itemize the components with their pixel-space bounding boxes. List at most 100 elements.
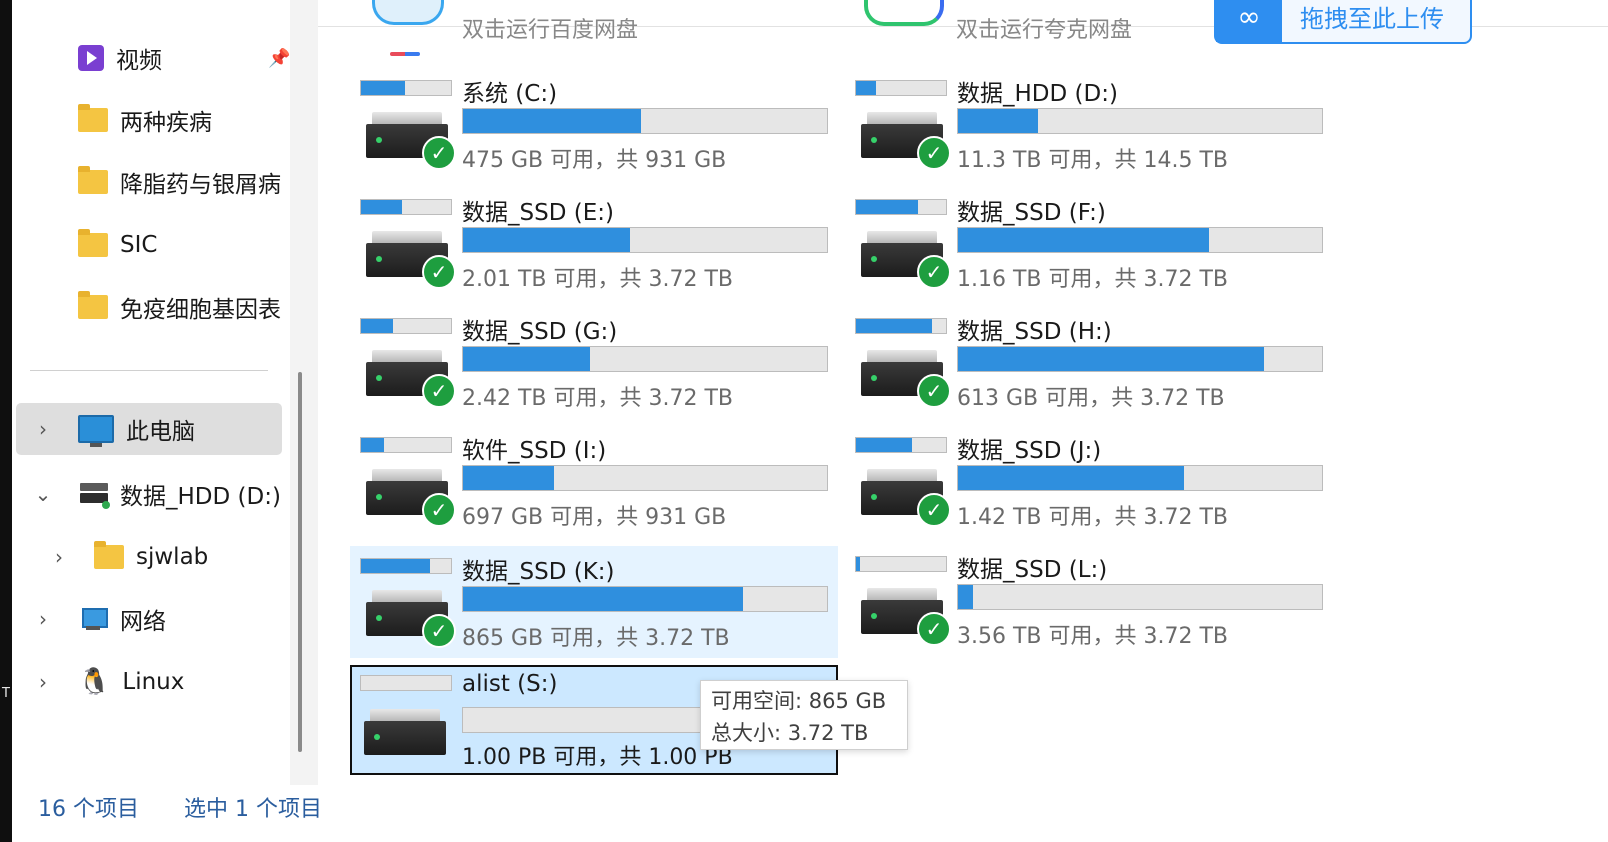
checkmark-icon: ✓	[422, 136, 456, 170]
drive-j[interactable]: ✓ 数据_SSD (J:) 1.42 TB 可用，共 3.72 TB	[849, 429, 1325, 537]
capacity-fill	[958, 109, 1039, 133]
checkmark-icon: ✓	[917, 136, 951, 170]
chevron-right-icon[interactable]: ›	[32, 670, 54, 694]
sidebar-divider	[30, 370, 268, 371]
capacity-fill	[463, 466, 554, 490]
app1-text[interactable]: 双击运行百度网盘	[462, 12, 638, 44]
app2-text[interactable]: 双击运行夸克网盘	[956, 12, 1132, 44]
window-left-edge: T	[0, 0, 12, 842]
mini-usage-bar	[360, 318, 452, 334]
nav-item-videos[interactable]: 视频	[78, 32, 162, 84]
drive-name: 数据_SSD (K:)	[462, 559, 615, 585]
mini-usage-bar	[360, 437, 452, 453]
drive-free-space: 1.42 TB 可用，共 3.72 TB	[957, 505, 1229, 530]
capacity-fill	[463, 228, 631, 252]
mini-usage-bar	[855, 80, 947, 96]
drive-l[interactable]: ✓ 数据_SSD (L:) 3.56 TB 可用，共 3.72 TB	[849, 548, 1325, 656]
mini-usage-fill	[361, 559, 431, 573]
mini-usage-fill	[856, 557, 860, 571]
nav-item-linux[interactable]: › 🐧 Linux	[16, 656, 282, 708]
nav-item-drive-d[interactable]: ⌄ 数据_HDD (D:)	[16, 468, 282, 520]
chevron-down-icon[interactable]: ⌄	[32, 482, 54, 506]
capacity-fill	[958, 347, 1264, 371]
capacity-fill	[463, 347, 591, 371]
capacity-bar	[462, 346, 828, 372]
drive-name: 数据_SSD (H:)	[957, 319, 1112, 345]
nav-item-immune-genes[interactable]: 免疫细胞基因表	[78, 281, 281, 333]
drive-name: 数据_SSD (J:)	[957, 438, 1102, 464]
baidu-netdisk-icon[interactable]	[372, 0, 444, 25]
drive-k[interactable]: ✓ 数据_SSD (K:) 865 GB 可用，共 3.72 TB	[350, 546, 838, 658]
drive-free-space: 3.56 TB 可用，共 3.72 TB	[957, 624, 1229, 649]
drive-i[interactable]: ✓ 软件_SSD (I:) 697 GB 可用，共 931 GB	[354, 429, 830, 537]
capacity-bar	[957, 227, 1323, 253]
nav-item-label: 降脂药与银屑病	[120, 172, 281, 198]
drive-free-space: 697 GB 可用，共 931 GB	[462, 505, 727, 530]
computer-icon	[78, 415, 114, 447]
checkmark-icon: ✓	[917, 612, 951, 646]
quark-netdisk-icon[interactable]	[864, 0, 944, 26]
chevron-right-icon[interactable]: ›	[32, 417, 54, 441]
checkmark-icon: ✓	[422, 493, 456, 527]
mini-usage-bar	[855, 556, 947, 572]
checkmark-icon: ✓	[422, 255, 456, 289]
capacity-bar	[462, 227, 828, 253]
mini-usage-fill	[856, 81, 876, 95]
capacity-fill	[463, 109, 642, 133]
nav-item-two-diseases[interactable]: 两种疾病	[78, 94, 212, 146]
mini-usage-bar	[855, 437, 947, 453]
checkmark-icon: ✓	[917, 374, 951, 408]
drive-free-space: 1.00 PB 可用，共 1.00 PB	[462, 745, 733, 770]
capacity-fill	[958, 466, 1184, 490]
tooltip-free-space: 可用空间: 865 GB	[711, 689, 887, 713]
drive-c[interactable]: ✓ 系统 (C:) 475 GB 可用，共 931 GB	[354, 72, 830, 180]
drive-e[interactable]: ✓ 数据_SSD (E:) 2.01 TB 可用，共 3.72 TB	[354, 191, 830, 299]
mini-usage-fill	[361, 319, 393, 333]
drive-h[interactable]: ✓ 数据_SSD (H:) 613 GB 可用，共 3.72 TB	[849, 310, 1325, 418]
mini-usage-bar	[360, 199, 452, 215]
drive-name: 软件_SSD (I:)	[462, 438, 607, 464]
nav-item-sjwlab[interactable]: › sjwlab	[16, 531, 282, 583]
folder-icon	[78, 104, 108, 132]
nav-item-label: 数据_HDD (D:)	[120, 484, 281, 510]
chevron-right-icon[interactable]: ›	[32, 607, 54, 631]
drive-name: 数据_HDD (D:)	[957, 81, 1118, 107]
nav-item-label: 网络	[120, 609, 166, 635]
upload-drop-button[interactable]: ∞ 拖拽至此上传	[1214, 0, 1472, 44]
baidu-netdisk-icon-bar	[390, 52, 420, 56]
mini-usage-fill	[361, 200, 403, 214]
drive-free-space: 613 GB 可用，共 3.72 TB	[957, 386, 1225, 411]
drive-name: 数据_SSD (L:)	[957, 557, 1108, 583]
sidebar-scrollbar-thumb[interactable]	[298, 372, 302, 752]
capacity-bar	[462, 108, 828, 134]
drive-free-space: 1.16 TB 可用，共 3.72 TB	[957, 267, 1229, 292]
nav-item-sic[interactable]: SIC	[78, 219, 157, 271]
status-bar: 16 个项目 选中 1 个项目	[12, 785, 322, 842]
folder-icon	[78, 166, 108, 194]
capacity-bar	[462, 586, 828, 612]
capacity-bar	[462, 465, 828, 491]
mini-usage-fill	[361, 438, 384, 452]
pin-icon[interactable]: 📌	[268, 48, 290, 69]
capacity-bar	[957, 108, 1323, 134]
drive-d[interactable]: ✓ 数据_HDD (D:) 11.3 TB 可用，共 14.5 TB	[849, 72, 1325, 180]
folder-icon	[94, 541, 124, 569]
mini-usage-bar	[360, 558, 452, 574]
upload-label: 拖拽至此上传	[1300, 4, 1444, 33]
sidebar-scrollbar-track[interactable]	[290, 0, 318, 785]
nav-item-network[interactable]: › 网络	[16, 593, 282, 645]
item-count: 16 个项目	[38, 797, 139, 822]
drive-g[interactable]: ✓ 数据_SSD (G:) 2.42 TB 可用，共 3.72 TB	[354, 310, 830, 418]
capacity-bar	[957, 584, 1323, 610]
chevron-right-icon[interactable]: ›	[48, 545, 70, 569]
drive-tooltip: 可用空间: 865 GB 总大小: 3.72 TB	[700, 680, 908, 750]
tooltip-total-size: 总大小: 3.72 TB	[711, 721, 869, 745]
drive-name: 数据_SSD (G:)	[462, 319, 618, 345]
mini-usage-fill	[856, 438, 912, 452]
mini-usage-bar	[855, 318, 947, 334]
mini-usage-fill	[856, 200, 919, 214]
nav-item-this-pc[interactable]: › 此电脑	[16, 403, 282, 455]
nav-item-label: 视频	[116, 48, 162, 74]
nav-item-lipid-drugs[interactable]: 降脂药与银屑病	[78, 156, 281, 208]
drive-f[interactable]: ✓ 数据_SSD (F:) 1.16 TB 可用，共 3.72 TB	[849, 191, 1325, 299]
